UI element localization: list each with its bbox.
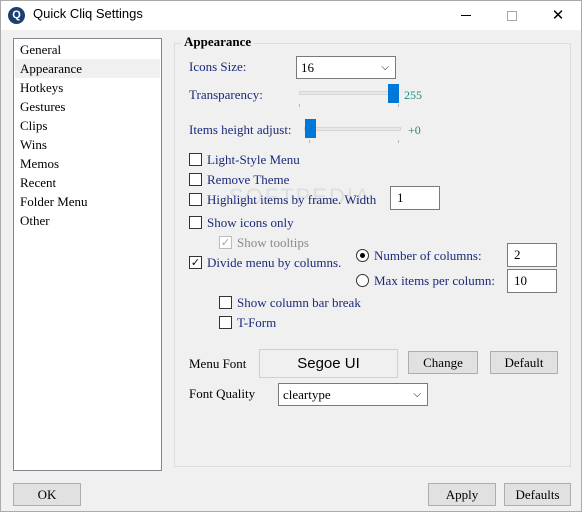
transparency-slider-track[interactable] <box>299 91 399 95</box>
max-items-per-column-input[interactable]: 10 <box>507 269 557 293</box>
nav-item-memos[interactable]: Memos <box>15 154 160 173</box>
number-of-columns-input[interactable]: 2 <box>507 243 557 267</box>
nav-item-general[interactable]: General <box>15 40 160 59</box>
ok-button[interactable]: OK <box>13 483 81 506</box>
font-quality-select[interactable]: cleartype ⌵ <box>278 383 428 406</box>
show-tooltips-checkbox[interactable]: ✓ <box>219 236 232 249</box>
show-icons-only-label: Show icons only <box>207 215 294 230</box>
light-style-menu-checkbox[interactable] <box>189 153 202 166</box>
nav-item-gestures[interactable]: Gestures <box>15 97 160 116</box>
font-quality-value: cleartype <box>283 387 331 402</box>
nav-item-appearance[interactable]: Appearance <box>15 59 160 78</box>
max-items-per-column-label: Max items per column: <box>374 273 495 288</box>
close-icon: ✕ <box>551 6 565 24</box>
title-bar[interactable]: Q Quick Cliq Settings ✕ <box>1 1 581 30</box>
minimize-icon <box>461 15 471 16</box>
nav-item-folder-menu[interactable]: Folder Menu <box>15 192 160 211</box>
show-tooltips-label: Show tooltips <box>237 235 309 250</box>
t-form-checkbox[interactable] <box>219 316 232 329</box>
icons-size-label: Icons Size: <box>189 59 247 74</box>
items-height-slider-track[interactable] <box>304 127 401 131</box>
chevron-down-icon: ⌵ <box>413 389 421 400</box>
transparency-slider-thumb[interactable] <box>388 84 399 103</box>
highlight-frame-label: Highlight items by frame. Width <box>207 192 377 207</box>
icons-size-value: 16 <box>301 60 314 75</box>
remove-theme-label: Remove Theme <box>207 172 290 187</box>
frame-width-input[interactable]: 1 <box>390 186 440 210</box>
t-form-label: T-Form <box>237 315 277 330</box>
close-button[interactable]: ✕ <box>535 1 581 30</box>
change-font-button[interactable]: Change <box>408 351 478 374</box>
defaults-button[interactable]: Defaults <box>504 483 571 506</box>
apply-button[interactable]: Apply <box>428 483 496 506</box>
maximize-icon <box>507 10 517 21</box>
transparency-slider-ticks <box>299 104 399 107</box>
nav-item-recent[interactable]: Recent <box>15 173 160 192</box>
max-items-per-column-radio[interactable] <box>356 274 369 287</box>
quick-cliq-logo-icon: Q <box>8 7 25 24</box>
number-of-columns-radio[interactable] <box>356 249 369 262</box>
items-height-value: +0 <box>408 123 421 137</box>
radio-selected-dot <box>360 253 365 258</box>
transparency-label: Transparency: <box>189 87 263 102</box>
default-font-button[interactable]: Default <box>490 351 558 374</box>
font-quality-label: Font Quality <box>189 386 256 401</box>
nav-item-hotkeys[interactable]: Hotkeys <box>15 78 160 97</box>
menu-font-preview: Segoe UI <box>259 349 398 378</box>
divide-columns-label: Divide menu by columns. <box>207 255 342 270</box>
items-height-slider-thumb[interactable] <box>305 119 316 138</box>
highlight-frame-checkbox[interactable] <box>189 193 202 206</box>
items-height-label: Items height adjust: <box>189 122 292 137</box>
number-of-columns-label: Number of columns: <box>374 248 482 263</box>
settings-category-list[interactable]: General Appearance Hotkeys Gestures Clip… <box>13 38 162 471</box>
nav-item-clips[interactable]: Clips <box>15 116 160 135</box>
divide-columns-checkbox[interactable]: ✓ <box>189 256 202 269</box>
light-style-menu-label: Light-Style Menu <box>207 152 300 167</box>
minimize-button[interactable] <box>443 1 489 30</box>
icons-size-select[interactable]: 16 ⌵ <box>296 56 396 79</box>
nav-item-other[interactable]: Other <box>15 211 160 230</box>
appearance-group-title: Appearance <box>181 34 255 50</box>
settings-window: Q Quick Cliq Settings ✕ General Appearan… <box>0 0 582 512</box>
maximize-button[interactable] <box>489 1 535 30</box>
transparency-value: 255 <box>404 88 422 102</box>
remove-theme-checkbox[interactable] <box>189 173 202 186</box>
items-height-slider-ticks <box>309 140 399 143</box>
show-icons-only-checkbox[interactable] <box>189 216 202 229</box>
nav-item-wins[interactable]: Wins <box>15 135 160 154</box>
chevron-down-icon: ⌵ <box>381 62 389 73</box>
show-column-bar-break-checkbox[interactable] <box>219 296 232 309</box>
window-title: Quick Cliq Settings <box>33 6 143 21</box>
show-column-bar-break-label: Show column bar break <box>237 295 361 310</box>
menu-font-label: Menu Font <box>189 356 247 371</box>
